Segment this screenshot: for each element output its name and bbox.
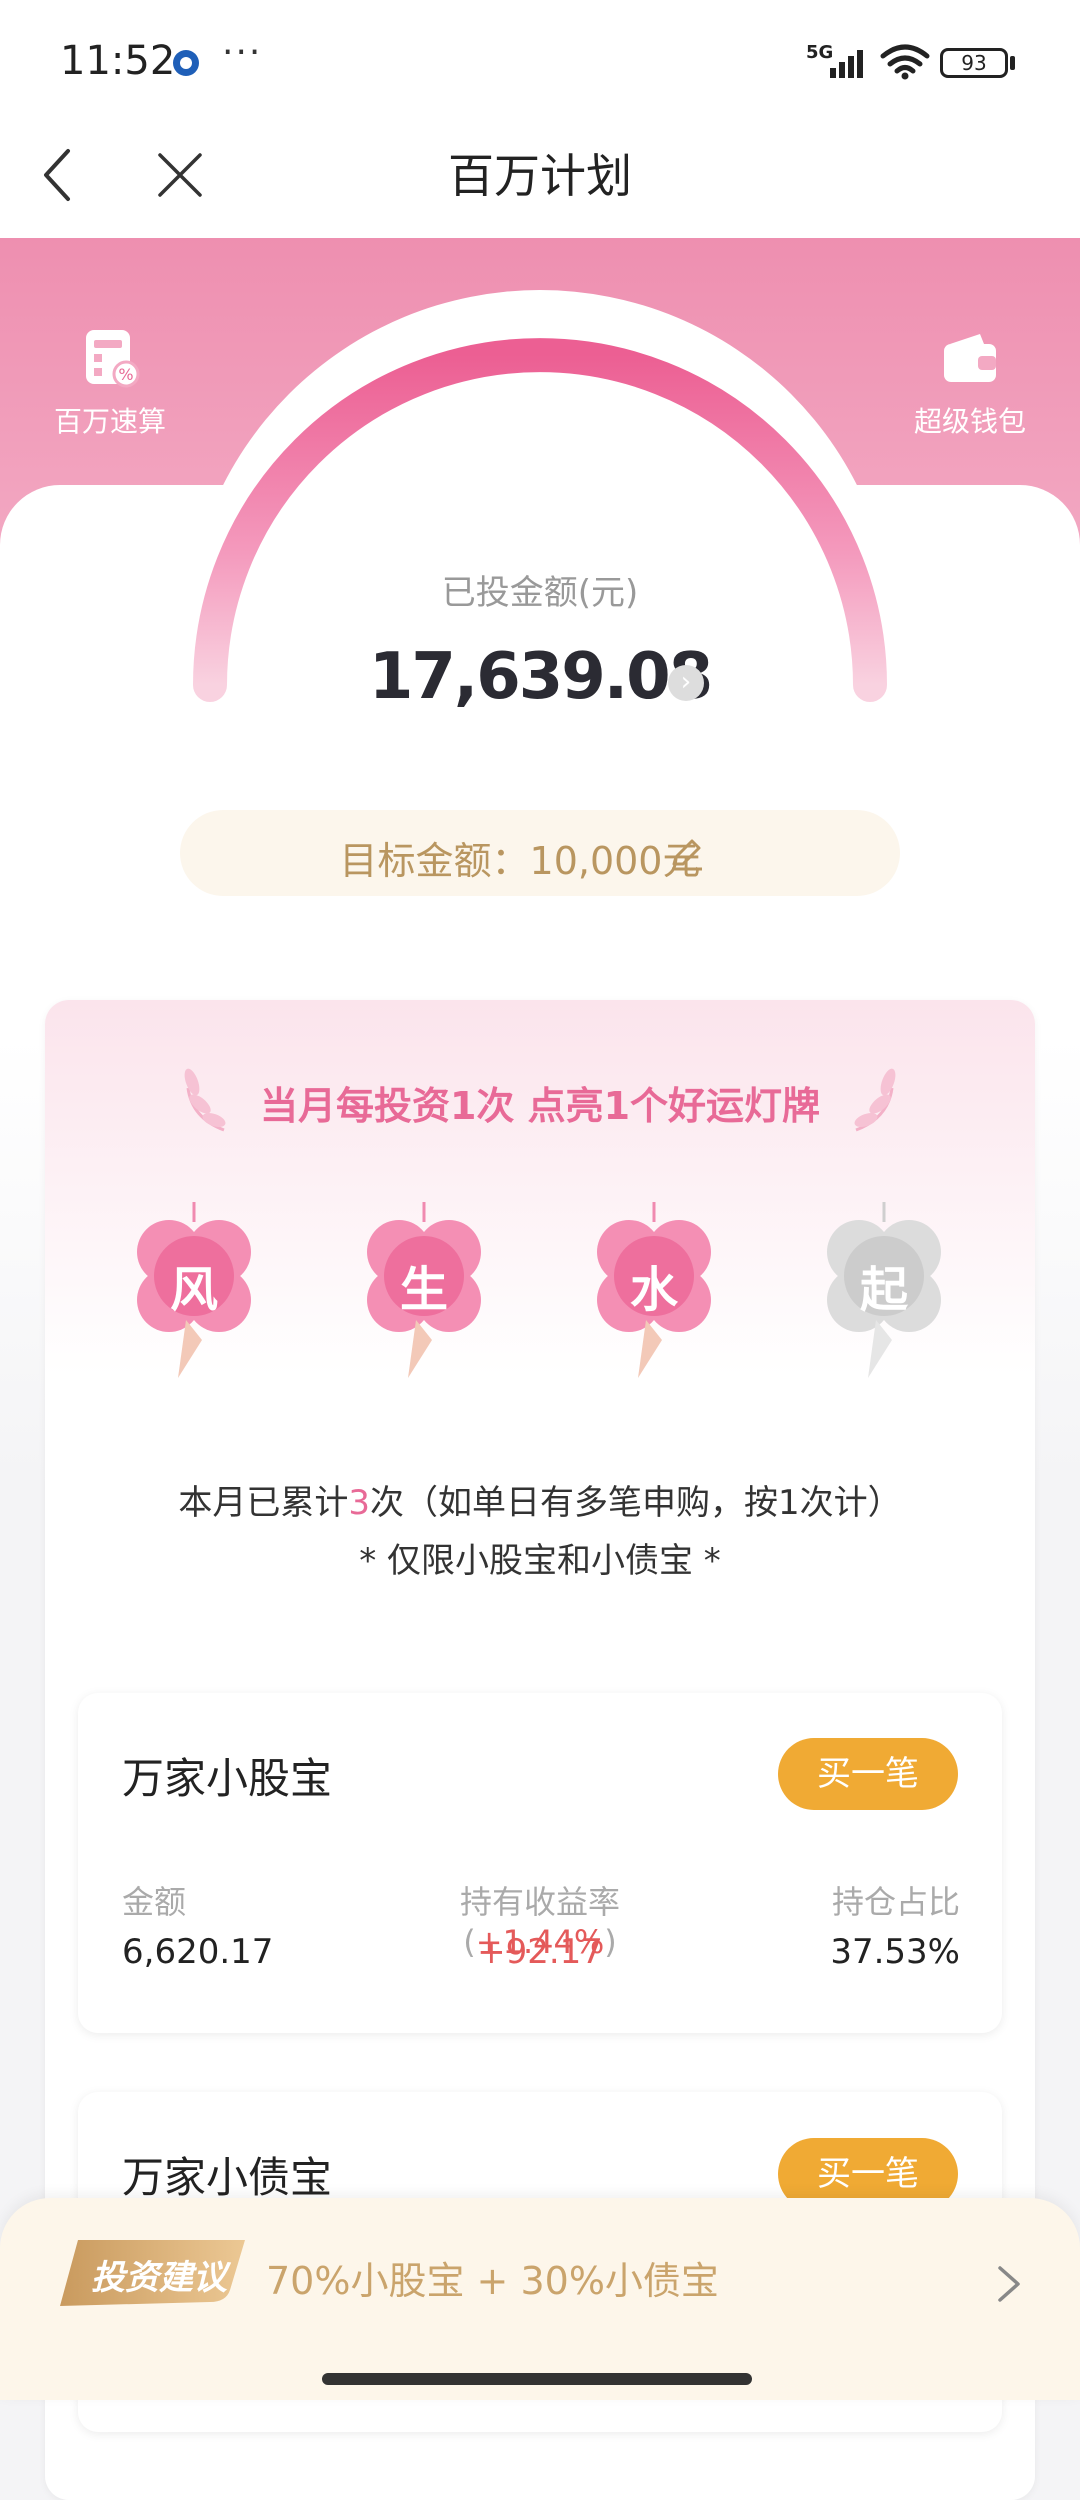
signal-icon [830, 50, 863, 78]
count-prefix: 本月已累计 [178, 1483, 349, 1523]
target-amount-text: 目标金额：10,000元 [339, 839, 701, 883]
advice-tag-label: 投资建议 [91, 2258, 227, 2298]
status-time: 11:52 [60, 38, 176, 84]
invested-amount[interactable]: 17,639.08 [0, 640, 1080, 714]
invested-label: 已投金额(元) [441, 573, 639, 613]
calculator-icon: % [80, 328, 140, 388]
page-title: 百万计划 [448, 149, 632, 203]
eligibility-note: * 仅限小股宝和小债宝 * [359, 1541, 721, 1581]
home-indicator[interactable] [322, 2373, 752, 2385]
chevron-right-icon[interactable]: › [668, 665, 704, 701]
app-notification-icon [173, 50, 199, 76]
battery-level: 93 [961, 51, 987, 75]
ratio-value: 37.53% [830, 1932, 960, 1972]
buy-button[interactable]: 买一笔 [778, 1738, 958, 1810]
battery-icon: 93 [940, 48, 1008, 78]
fund-name: 万家小债宝 [122, 2153, 333, 2202]
svg-text:%: % [118, 365, 133, 384]
battery-tip [1010, 56, 1015, 70]
chevron-right-icon[interactable] [990, 2262, 1026, 2306]
more-notifications-icon: ··· [222, 32, 263, 73]
ratio-label: 持仓占比 [831, 1883, 960, 1921]
super-wallet-label: 超级钱包 [913, 405, 1026, 438]
edit-icon[interactable] [668, 836, 704, 872]
advice-text: 70%小股宝 + 30%小债宝 [266, 2259, 719, 2303]
lantern-char: 生 [399, 1262, 448, 1318]
wifi-icon [880, 44, 930, 80]
lantern-char: 水 [629, 1262, 678, 1318]
super-wallet-button[interactable]: 超级钱包 [870, 328, 1070, 440]
monthly-count-text: 本月已累计3次（如单日有多笔申购，按1次计） [0, 1475, 1080, 1524]
wallet-icon [940, 328, 1000, 388]
quick-calc-button[interactable]: % 百万速算 [10, 328, 210, 440]
count-suffix: 次（如单日有多笔申购，按1次计） [370, 1483, 902, 1523]
quick-calc-label: 百万速算 [53, 405, 166, 438]
amount-value: 6,620.17 [122, 1932, 274, 1972]
lantern-headline: 当月每投资1次 点亮1个好运灯牌 [259, 1084, 821, 1128]
return-value: +92.17 [477, 1932, 603, 1972]
lantern-char: 风 [169, 1262, 218, 1318]
lantern-char: 起 [859, 1262, 908, 1318]
count-value: 3 [348, 1483, 370, 1523]
amount-label: 金额 [122, 1883, 187, 1921]
fund-name: 万家小股宝 [122, 1754, 333, 1803]
